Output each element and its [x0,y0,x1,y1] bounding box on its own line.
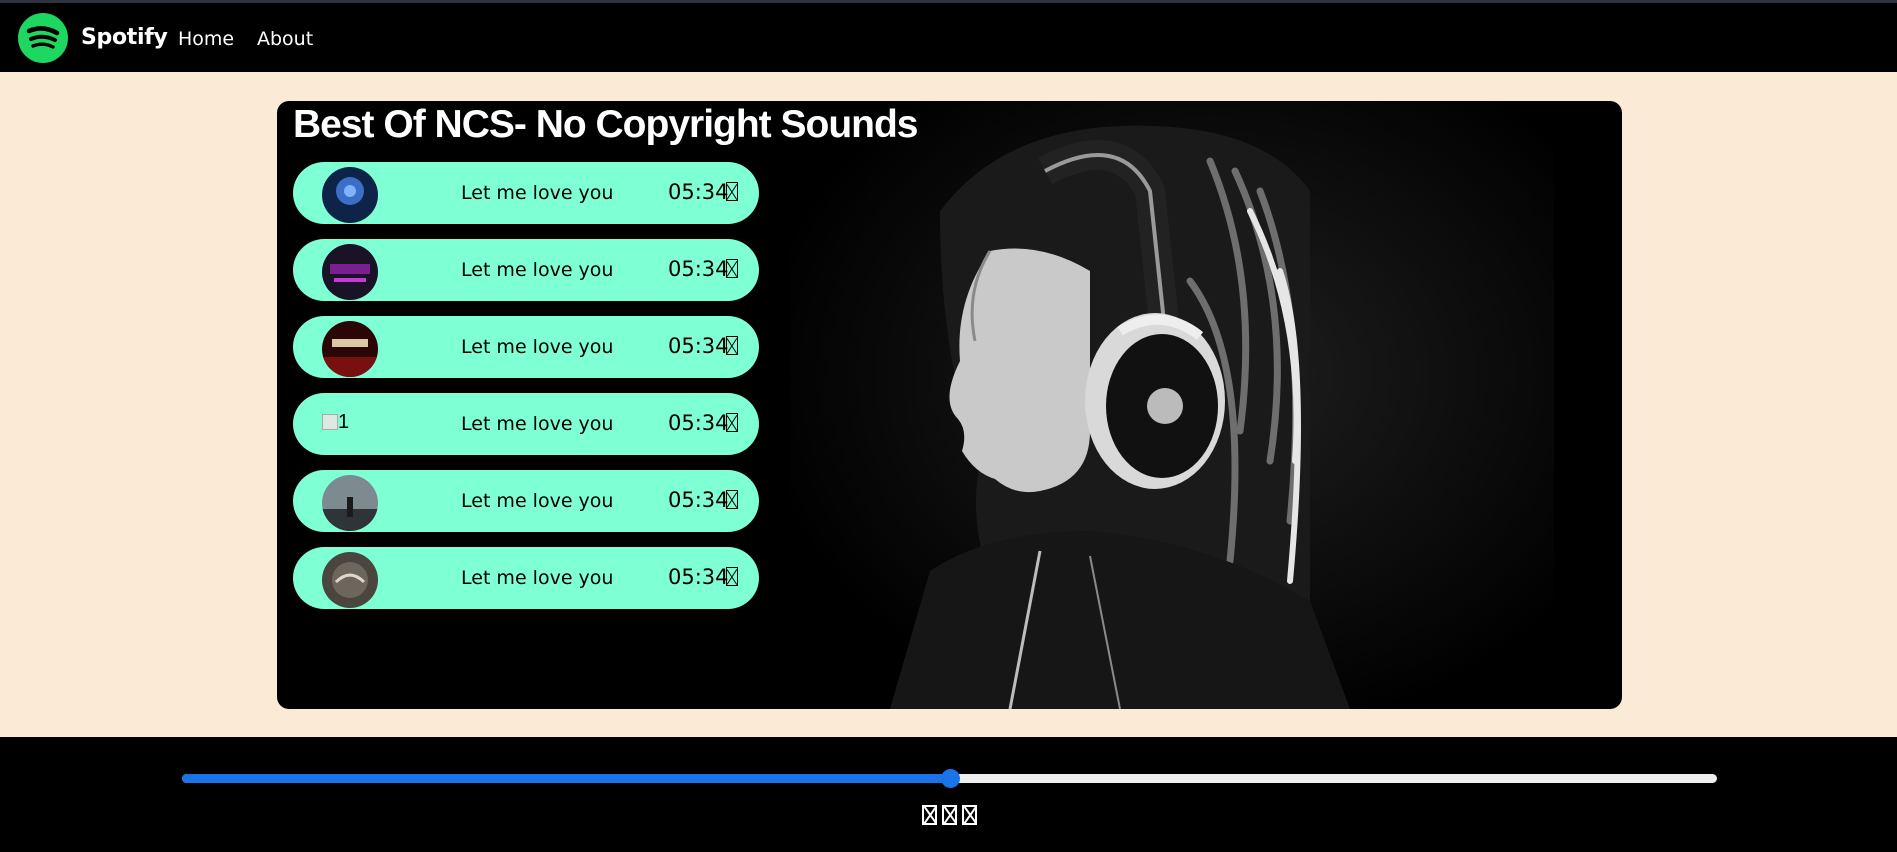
playlist-container: Best Of NCS- No Copyright Sounds Let me … [277,101,1622,709]
song-item[interactable]: Let me love you 05:34 [293,547,759,609]
play-icon[interactable] [726,336,738,355]
play-icon[interactable] [726,490,738,509]
song-name: Let me love you [461,413,614,435]
previous-icon[interactable] [922,805,937,825]
play-icon[interactable] [726,567,738,586]
player-bar [0,737,1897,852]
progress-slider[interactable] [182,769,1717,788]
song-item[interactable]: Let me love you 05:34 [293,470,759,532]
album-art-icon [322,475,378,531]
play-icon[interactable] [942,805,957,825]
song-name: Let me love you [461,490,614,512]
spotify-logo-icon[interactable] [18,13,68,63]
song-name: Let me love you [461,336,614,358]
song-duration: 05:34 [668,257,729,281]
song-duration: 05:34 [668,334,729,358]
progress-fill [182,774,950,783]
broken-image-icon: 1 [322,411,378,467]
song-duration: 05:34 [668,180,729,204]
progress-thumb[interactable] [940,769,960,788]
nav-link-home[interactable]: Home [178,28,234,50]
song-item[interactable]: Let me love you 05:34 [293,316,759,378]
song-name: Let me love you [461,259,614,281]
song-item[interactable]: Let me love you 05:34 [293,162,759,224]
song-duration: 05:34 [668,488,729,512]
navbar: Spotify Home About [0,3,1897,72]
song-name: Let me love you [461,567,614,589]
play-icon[interactable] [726,182,738,201]
player-controls [922,805,977,825]
song-name: Let me love you [461,182,614,204]
song-duration: 05:34 [668,411,729,435]
page-title: Best Of NCS- No Copyright Sounds [293,103,918,146]
image-alt-text: 1 [338,411,350,433]
next-icon[interactable] [962,805,977,825]
brand-name[interactable]: Spotify [81,25,168,50]
play-icon[interactable] [726,259,738,278]
nav-link-about[interactable]: About [257,28,313,50]
album-art-icon [322,167,378,223]
album-art-icon [322,244,378,300]
song-duration: 05:34 [668,565,729,589]
song-item[interactable]: Let me love you 05:34 [293,239,759,301]
album-art-icon [322,321,378,377]
song-item[interactable]: 1 Let me love you 05:34 [293,393,759,455]
play-icon[interactable] [726,413,738,432]
playlist-cover-image [790,101,1554,709]
song-list: Let me love you 05:34 Let me love you 05… [293,162,759,624]
album-art-icon [322,552,378,608]
